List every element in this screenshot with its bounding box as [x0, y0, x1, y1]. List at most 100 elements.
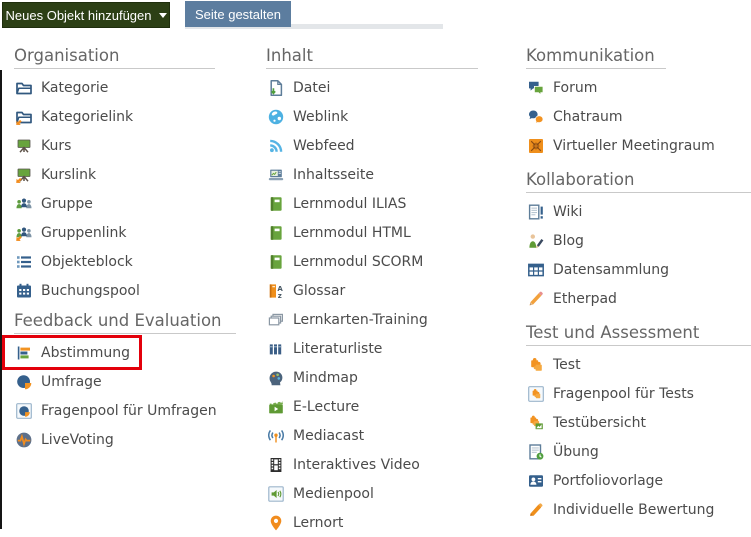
menu-item-interaktives-video[interactable]: Interaktives Video: [266, 450, 498, 479]
menu-item-test[interactable]: Test: [526, 350, 751, 379]
add-new-object-button[interactable]: Neues Objekt hinzufügen: [2, 2, 170, 28]
flashcards-icon: [266, 310, 286, 330]
menu-item-fragenpool-fur-tests[interactable]: Fragenpool für Tests: [526, 379, 751, 408]
menu-item-lernort[interactable]: Lernort: [266, 508, 498, 537]
section-divider: [266, 68, 478, 69]
menu-item-label: Lernmodul ILIAS: [293, 195, 407, 212]
menu-item-lernmodul-scorm[interactable]: Lernmodul SCORM: [266, 247, 498, 276]
content-page-icon: [266, 165, 286, 185]
menu-item-blog[interactable]: Blog: [526, 226, 751, 255]
menu-item-chatraum[interactable]: Chatraum: [526, 102, 751, 131]
menu-item-fragenpool-fur-umfragen[interactable]: Fragenpool für Umfragen: [14, 396, 254, 425]
media-pool-icon: [266, 484, 286, 504]
menu-item-weblink[interactable]: Weblink: [266, 102, 498, 131]
menu-item-label: Datensammlung: [553, 261, 670, 278]
learning-module-icon: [266, 194, 286, 214]
section-title-kollaboration: Kollaboration: [526, 170, 635, 189]
menu-item-label: Portfoliovorlage: [553, 472, 664, 489]
menu-item-kategorie[interactable]: Kategorie: [14, 73, 254, 102]
menu-item-lernkarten-training[interactable]: Lernkarten-Training: [266, 305, 498, 334]
booking-pool-icon: [14, 281, 34, 301]
menu-item-label: Chatraum: [553, 108, 623, 125]
menu-item-label: Lernmodul SCORM: [293, 253, 424, 270]
menu-item-label: LiveVoting: [41, 431, 114, 448]
menu-item-inhaltsseite[interactable]: Inhaltsseite: [266, 160, 498, 189]
blog-icon: [526, 231, 546, 251]
menu-item-datei[interactable]: Datei: [266, 73, 498, 102]
menu-item-wiki[interactable]: Wiki: [526, 197, 751, 226]
poll-icon: [14, 343, 34, 363]
menu-item-objekteblock[interactable]: Objekteblock: [14, 247, 254, 276]
section-title-feedback-und-evaluation: Feedback und Evaluation: [14, 311, 222, 330]
section-divider: [14, 68, 215, 69]
menu-item-etherpad[interactable]: Etherpad: [526, 284, 751, 313]
menu-item-label: Wiki: [553, 203, 583, 220]
file-icon: [266, 78, 286, 98]
test-icon: [526, 355, 546, 375]
menu-item-gruppe[interactable]: Gruppe: [14, 189, 254, 218]
caret-down-icon: [158, 12, 167, 18]
test-overview-icon: [526, 413, 546, 433]
page-design-button[interactable]: Seite gestalten: [185, 1, 291, 27]
menu-item-lernmodul-ilias[interactable]: Lernmodul ILIAS: [266, 189, 498, 218]
menu-item-label: Kategorielink: [41, 108, 134, 125]
menu-column-inhalt: Inhalt Datei Weblink Webfeed Inhaltsseite Ler…: [266, 38, 498, 537]
menu-item-ubung[interactable]: Übung: [526, 437, 751, 466]
data-collection-icon: [526, 260, 546, 280]
menu-item-e-lecture[interactable]: E-Lecture: [266, 392, 498, 421]
individual-assessment-icon: [526, 500, 546, 520]
learning-module-icon: [266, 223, 286, 243]
menu-item-label: E-Lecture: [293, 398, 360, 415]
menu-item-individuelle-bewertung[interactable]: Individuelle Bewertung: [526, 495, 751, 524]
menu-item-lernmodul-html[interactable]: Lernmodul HTML: [266, 218, 498, 247]
menu-item-livevoting[interactable]: LiveVoting: [14, 425, 254, 454]
menu-item-label: Lernmodul HTML: [293, 224, 411, 241]
menu-item-label: Weblink: [293, 108, 349, 125]
menu-item-buchungspool[interactable]: Buchungspool: [14, 276, 254, 305]
menu-item-umfrage[interactable]: Umfrage: [14, 367, 254, 396]
forum-icon: [526, 78, 546, 98]
menu-item-label: Umfrage: [41, 373, 102, 390]
section-divider: [526, 192, 751, 193]
menu-item-kurs[interactable]: Kurs: [14, 131, 254, 160]
bibliography-icon: [266, 339, 286, 359]
add-new-object-label: Neues Objekt hinzufügen: [5, 7, 152, 23]
menu-item-portfoliovorlage[interactable]: Portfoliovorlage: [526, 466, 751, 495]
page-design-label: Seite gestalten: [194, 6, 281, 22]
add-object-dropdown-page: { "toolbar": { "add_object_button": "Neu…: [0, 0, 751, 531]
menu-item-gruppenlink[interactable]: Gruppenlink: [14, 218, 254, 247]
section-title-inhalt: Inhalt: [266, 46, 313, 65]
portfolio-template-icon: [526, 471, 546, 491]
learning-location-icon: [266, 513, 286, 533]
menu-column-kommunikation: Kommunikation Forum Chatraum Virtueller Mee…: [526, 38, 751, 524]
menu-item-webfeed[interactable]: Webfeed: [266, 131, 498, 160]
menu-item-label: Kurs: [41, 137, 72, 154]
menu-item-label: Lernkarten-Training: [293, 311, 428, 328]
menu-item-label: Glossar: [293, 282, 346, 299]
menu-item-label: Buchungspool: [41, 282, 140, 299]
menu-item-abstimmung[interactable]: Abstimmung: [2, 335, 254, 370]
chat-icon: [526, 107, 546, 127]
mediacast-icon: [266, 426, 286, 446]
menu-item-medienpool[interactable]: Medienpool: [266, 479, 498, 508]
menu-item-testubersicht[interactable]: Testübersicht: [526, 408, 751, 437]
menu-item-virtueller-meetingraum[interactable]: Virtueller Meetingraum: [526, 131, 751, 160]
mindmap-icon: [266, 368, 286, 388]
menu-item-glossar[interactable]: Az Glossar: [266, 276, 498, 305]
section-title-organisation: Organisation: [14, 46, 120, 65]
etherpad-icon: [526, 289, 546, 309]
menu-item-mindmap[interactable]: Mindmap: [266, 363, 498, 392]
section-divider: [14, 333, 236, 334]
interactive-video-icon: [266, 455, 286, 475]
menu-item-label: Medienpool: [293, 485, 374, 502]
menu-item-kategorielink[interactable]: Kategorielink: [14, 102, 254, 131]
menu-item-kurslink[interactable]: Kurslink: [14, 160, 254, 189]
menu-column-organisation: Organisation Kategorie Kategorielink Kurs Ku…: [2, 38, 254, 454]
menu-item-datensammlung[interactable]: Datensammlung: [526, 255, 751, 284]
menu-item-literaturliste[interactable]: Literaturliste: [266, 334, 498, 363]
menu-item-mediacast[interactable]: Mediacast: [266, 421, 498, 450]
menu-item-label: Mediacast: [293, 427, 365, 444]
menu-item-forum[interactable]: Forum: [526, 73, 751, 102]
menu-item-label: Fragenpool für Tests: [553, 385, 694, 402]
section-divider: [526, 345, 751, 346]
